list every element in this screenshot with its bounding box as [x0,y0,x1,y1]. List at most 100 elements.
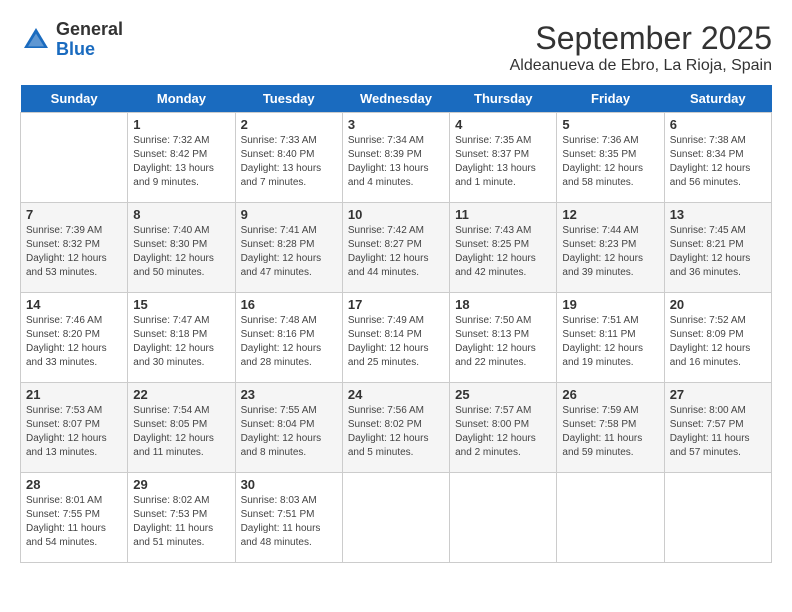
calendar-cell: 22 Sunrise: 7:54 AM Sunset: 8:05 PM Dayli… [128,383,235,473]
date-number: 16 [241,297,337,312]
column-header-tuesday: Tuesday [235,85,342,113]
calendar-cell: 4 Sunrise: 7:35 AM Sunset: 8:37 PM Daylig… [450,113,557,203]
calendar-cell: 12 Sunrise: 7:44 AM Sunset: 8:23 PM Dayli… [557,203,664,293]
cell-info: Sunrise: 7:42 AM Sunset: 8:27 PM Dayligh… [348,224,444,280]
date-number: 25 [455,387,551,402]
calendar-cell: 26 Sunrise: 7:59 AM Sunset: 7:58 PM Dayli… [557,383,664,473]
cell-info: Sunrise: 8:03 AM Sunset: 7:51 PM Dayligh… [241,494,337,550]
calendar-cell: 24 Sunrise: 7:56 AM Sunset: 8:02 PM Dayli… [342,383,449,473]
cell-info: Sunrise: 7:43 AM Sunset: 8:25 PM Dayligh… [455,224,551,280]
calendar-cell [664,473,771,563]
date-number: 7 [26,207,122,222]
calendar-week-1: 1Sunrise: 7:32 AM Sunset: 8:42 PM Daylig… [21,113,772,203]
date-number: 12 [562,207,658,222]
calendar-week-4: 21Sunrise: 7:53 AM Sunset: 8:07 PM Dayli… [21,383,772,473]
calendar-cell: 23Sunrise: 7:55 AM Sunset: 8:04 PM Dayli… [235,383,342,473]
calendar-cell: 16 Sunrise: 7:48 AM Sunset: 8:16 PM Dayli… [235,293,342,383]
calendar-cell: 30 Sunrise: 8:03 AM Sunset: 7:51 PM Dayli… [235,473,342,563]
date-number: 22 [133,387,229,402]
date-number: 28 [26,477,122,492]
date-number: 27 [670,387,766,402]
cell-info: Sunrise: 7:52 AM Sunset: 8:09 PM Dayligh… [670,314,766,370]
calendar-cell: 13 Sunrise: 7:45 AM Sunset: 8:21 PM Dayli… [664,203,771,293]
title-block: September 2025 Aldeanueva de Ebro, La Ri… [510,20,772,75]
page-subtitle: Aldeanueva de Ebro, La Rioja, Spain [510,57,772,75]
cell-info: Sunrise: 7:50 AM Sunset: 8:13 PM Dayligh… [455,314,551,370]
cell-info: Sunrise: 7:40 AM Sunset: 8:30 PM Dayligh… [133,224,229,280]
calendar-cell [342,473,449,563]
logo-icon [20,24,52,56]
date-number: 13 [670,207,766,222]
date-number: 19 [562,297,658,312]
date-number: 10 [348,207,444,222]
calendar-cell: 8 Sunrise: 7:40 AM Sunset: 8:30 PM Daylig… [128,203,235,293]
calendar-table: SundayMondayTuesdayWednesdayThursdayFrid… [20,85,772,563]
calendar-cell: 3Sunrise: 7:34 AM Sunset: 8:39 PM Daylig… [342,113,449,203]
calendar-cell: 20Sunrise: 7:52 AM Sunset: 8:09 PM Dayli… [664,293,771,383]
date-number: 9 [241,207,337,222]
page-header: General Blue September 2025 Aldeanueva d… [20,20,772,75]
calendar-cell: 25 Sunrise: 7:57 AM Sunset: 8:00 PM Dayli… [450,383,557,473]
calendar-week-5: 28 Sunrise: 8:01 AM Sunset: 7:55 PM Dayli… [21,473,772,563]
date-number: 5 [562,117,658,132]
date-number: 8 [133,207,229,222]
cell-info: Sunrise: 8:02 AM Sunset: 7:53 PM Dayligh… [133,494,229,550]
date-number: 17 [348,297,444,312]
calendar-cell: 15 Sunrise: 7:47 AM Sunset: 8:18 PM Dayli… [128,293,235,383]
date-number: 2 [241,117,337,132]
calendar-cell: 10 Sunrise: 7:42 AM Sunset: 8:27 PM Dayli… [342,203,449,293]
cell-info: Sunrise: 7:45 AM Sunset: 8:21 PM Dayligh… [670,224,766,280]
header-row: SundayMondayTuesdayWednesdayThursdayFrid… [21,85,772,113]
calendar-cell [557,473,664,563]
cell-info: Sunrise: 7:54 AM Sunset: 8:05 PM Dayligh… [133,404,229,460]
column-header-wednesday: Wednesday [342,85,449,113]
date-number: 4 [455,117,551,132]
cell-info: Sunrise: 7:47 AM Sunset: 8:18 PM Dayligh… [133,314,229,370]
date-number: 26 [562,387,658,402]
cell-info: Sunrise: 8:01 AM Sunset: 7:55 PM Dayligh… [26,494,122,550]
calendar-cell: 11 Sunrise: 7:43 AM Sunset: 8:25 PM Dayli… [450,203,557,293]
calendar-cell: 7 Sunrise: 7:39 AM Sunset: 8:32 PM Daylig… [21,203,128,293]
date-number: 15 [133,297,229,312]
cell-info: Sunrise: 7:41 AM Sunset: 8:28 PM Dayligh… [241,224,337,280]
calendar-cell: 9 Sunrise: 7:41 AM Sunset: 8:28 PM Daylig… [235,203,342,293]
date-number: 1 [133,117,229,132]
logo-blue: Blue [56,39,95,59]
date-number: 29 [133,477,229,492]
calendar-cell: 27Sunrise: 8:00 AM Sunset: 7:57 PM Dayli… [664,383,771,473]
date-number: 23 [241,387,337,402]
cell-info: Sunrise: 7:59 AM Sunset: 7:58 PM Dayligh… [562,404,658,460]
cell-info: Sunrise: 7:53 AM Sunset: 8:07 PM Dayligh… [26,404,122,460]
cell-info: Sunrise: 7:48 AM Sunset: 8:16 PM Dayligh… [241,314,337,370]
cell-info: Sunrise: 7:35 AM Sunset: 8:37 PM Dayligh… [455,134,551,190]
cell-info: Sunrise: 7:57 AM Sunset: 8:00 PM Dayligh… [455,404,551,460]
cell-info: Sunrise: 7:44 AM Sunset: 8:23 PM Dayligh… [562,224,658,280]
calendar-week-3: 14Sunrise: 7:46 AM Sunset: 8:20 PM Dayli… [21,293,772,383]
calendar-week-2: 7 Sunrise: 7:39 AM Sunset: 8:32 PM Daylig… [21,203,772,293]
logo-text: General Blue [56,20,123,60]
logo-general: General [56,19,123,39]
calendar-cell: 18 Sunrise: 7:50 AM Sunset: 8:13 PM Dayli… [450,293,557,383]
calendar-cell: 1Sunrise: 7:32 AM Sunset: 8:42 PM Daylig… [128,113,235,203]
column-header-sunday: Sunday [21,85,128,113]
date-number: 3 [348,117,444,132]
date-number: 30 [241,477,337,492]
cell-info: Sunrise: 7:49 AM Sunset: 8:14 PM Dayligh… [348,314,444,370]
calendar-cell [450,473,557,563]
date-number: 24 [348,387,444,402]
cell-info: Sunrise: 7:36 AM Sunset: 8:35 PM Dayligh… [562,134,658,190]
calendar-cell: 14Sunrise: 7:46 AM Sunset: 8:20 PM Dayli… [21,293,128,383]
calendar-cell [21,113,128,203]
cell-info: Sunrise: 7:46 AM Sunset: 8:20 PM Dayligh… [26,314,122,370]
cell-info: Sunrise: 7:38 AM Sunset: 8:34 PM Dayligh… [670,134,766,190]
cell-info: Sunrise: 7:33 AM Sunset: 8:40 PM Dayligh… [241,134,337,190]
cell-info: Sunrise: 7:51 AM Sunset: 8:11 PM Dayligh… [562,314,658,370]
column-header-monday: Monday [128,85,235,113]
date-number: 11 [455,207,551,222]
column-header-saturday: Saturday [664,85,771,113]
cell-info: Sunrise: 7:39 AM Sunset: 8:32 PM Dayligh… [26,224,122,280]
date-number: 18 [455,297,551,312]
calendar-cell: 6Sunrise: 7:38 AM Sunset: 8:34 PM Daylig… [664,113,771,203]
calendar-cell: 2 Sunrise: 7:33 AM Sunset: 8:40 PM Daylig… [235,113,342,203]
cell-info: Sunrise: 7:56 AM Sunset: 8:02 PM Dayligh… [348,404,444,460]
